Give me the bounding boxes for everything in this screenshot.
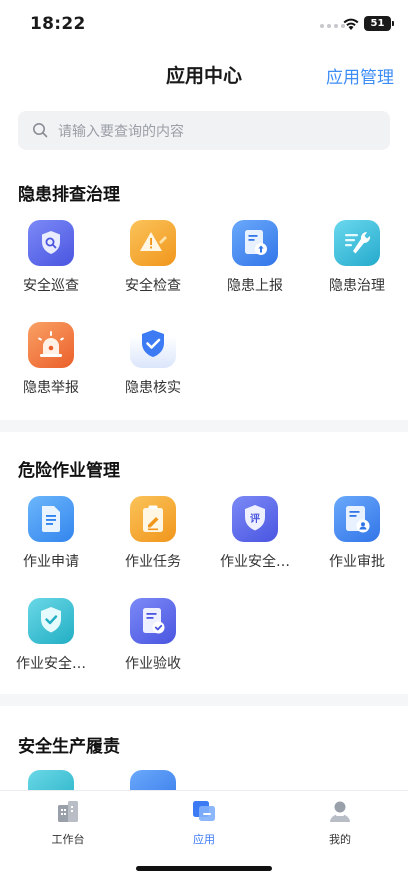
tab-apps[interactable]: 应用	[164, 799, 244, 847]
section-hazard: 请输入要查询的内容 隐患排查治理 安全巡查 安全检查 隐患上报 隐患治理 隐患举…	[0, 100, 408, 420]
app-work-approve[interactable]: 作业审批	[306, 496, 408, 571]
siren-icon	[28, 322, 74, 368]
shield-search-icon	[28, 220, 74, 266]
search-placeholder: 请输入要查询的内容	[58, 124, 184, 140]
wrench-icon	[334, 220, 380, 266]
apps-icon	[193, 801, 215, 821]
doc-upload-icon	[232, 220, 278, 266]
app-label: 作业安全…	[16, 656, 86, 672]
tab-mine[interactable]: 我的	[300, 799, 380, 847]
app-safety-check[interactable]: 安全检查	[102, 220, 204, 295]
section-title: 危险作业管理	[18, 461, 120, 481]
app-manage-button[interactable]: 应用管理	[326, 63, 394, 88]
building-icon	[58, 801, 78, 822]
section-title: 安全生产履责	[18, 737, 120, 757]
section-safety-duty: 安全生产履责	[0, 706, 408, 816]
app-label: 作业安全…	[220, 554, 290, 570]
app-work-task[interactable]: 作业任务	[102, 496, 204, 571]
section-dangerous-work: 危险作业管理 作业申请 作业任务 评 作业安全… 作业审批 作业安全… 作业验收	[0, 432, 408, 694]
app-label: 安全检查	[125, 278, 181, 294]
app-hazard-govern[interactable]: 隐患治理	[306, 220, 408, 295]
status-bar: 18:22 51	[0, 0, 408, 48]
header: 应用中心 应用管理	[0, 48, 408, 100]
app-hazard-report[interactable]: 隐患上报	[204, 220, 306, 295]
doc-user-icon	[334, 496, 380, 542]
doc-check-icon	[130, 598, 176, 644]
app-label: 隐患举报	[23, 380, 79, 396]
svg-text:评: 评	[250, 512, 260, 525]
search-icon	[33, 123, 48, 138]
app-hazard-tipoff[interactable]: 隐患举报	[0, 322, 102, 397]
app-label: 作业申请	[23, 554, 79, 570]
tab-label: 工作台	[51, 833, 85, 846]
wifi-icon	[343, 18, 359, 30]
warning-edit-icon	[130, 220, 176, 266]
app-work-safety-confirm[interactable]: 作业安全…	[0, 598, 102, 673]
shield-review-icon: 评	[232, 496, 278, 542]
app-label: 作业验收	[125, 656, 181, 672]
shield-check-icon	[130, 322, 176, 368]
app-label: 安全巡查	[23, 278, 79, 294]
app-work-acceptance[interactable]: 作业验收	[102, 598, 204, 673]
status-time: 18:22	[30, 14, 86, 34]
tab-workbench[interactable]: 工作台	[28, 799, 108, 847]
clipboard-edit-icon	[130, 496, 176, 542]
app-safety-patrol[interactable]: 安全巡查	[0, 220, 102, 295]
app-hazard-verify[interactable]: 隐患核实	[102, 322, 204, 397]
shield-check-icon	[28, 598, 74, 644]
app-label: 隐患上报	[227, 278, 283, 294]
home-indicator[interactable]	[136, 866, 272, 871]
app-label: 作业审批	[329, 554, 385, 570]
user-icon	[330, 801, 350, 822]
app-label: 作业任务	[125, 554, 181, 570]
app-center-page: 18:22 51 应用中心 应用管理 请输入要查询的内容 隐患排查治理 安全巡查	[0, 0, 408, 883]
search-input[interactable]: 请输入要查询的内容	[18, 111, 390, 150]
section-title: 隐患排查治理	[18, 185, 120, 205]
app-work-apply[interactable]: 作业申请	[0, 496, 102, 571]
tab-label: 应用	[193, 833, 215, 846]
app-label: 隐患治理	[329, 278, 385, 294]
battery-indicator: 51	[364, 16, 394, 31]
tab-label: 我的	[329, 833, 351, 846]
app-label: 隐患核实	[125, 380, 181, 396]
document-icon	[28, 496, 74, 542]
app-work-safety-review[interactable]: 评 作业安全…	[204, 496, 306, 571]
